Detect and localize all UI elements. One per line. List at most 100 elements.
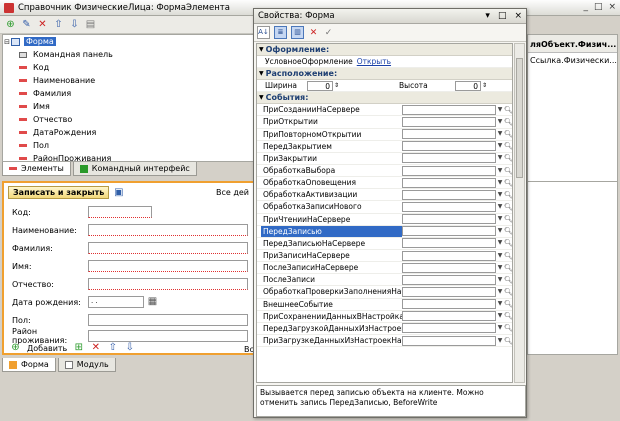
magnifier-icon[interactable]: 🔍︎ — [504, 287, 512, 297]
scrollbar-thumb[interactable] — [516, 58, 523, 178]
move-down-icon[interactable]: ⇩ — [69, 19, 80, 30]
event-handler-input[interactable] — [402, 262, 496, 273]
dropdown-icon[interactable]: ▼ — [496, 226, 504, 236]
dropdown-icon[interactable]: ▼ — [496, 129, 504, 139]
event-row[interactable]: ОбработкаОповещения ▼ 🔍︎ — [257, 177, 512, 190]
magnifier-icon[interactable]: 🔍︎ — [504, 166, 512, 176]
apply-icon[interactable]: ✓ — [323, 28, 334, 38]
menu-icon[interactable]: ▾ — [485, 11, 490, 21]
birthdate-input[interactable]: . . — [88, 296, 144, 308]
event-row[interactable]: ОбработкаПроверкиЗаполненияНаСервере ▼🔍︎ — [257, 286, 512, 299]
tree-item[interactable]: Командная панель — [3, 48, 254, 61]
event-handler-input[interactable] — [402, 274, 496, 285]
event-handler-input[interactable] — [402, 214, 496, 225]
filter-icon[interactable]: ▤ — [85, 19, 96, 30]
tree-item[interactable]: Имя — [3, 100, 254, 113]
magnifier-icon[interactable]: 🔍︎ — [504, 153, 512, 163]
event-row[interactable]: ПриЧтенииНаСервере ▼ 🔍︎ — [257, 214, 512, 226]
event-row[interactable]: ПриПовторномОткрытии ▼ 🔍︎ — [257, 129, 512, 141]
dropdown-icon[interactable]: ▼ — [496, 178, 504, 188]
magnifier-icon[interactable]: 🔍︎ — [504, 105, 512, 115]
event-row[interactable]: ПриОткрытии ▼ 🔍︎ — [257, 116, 512, 129]
magnifier-icon[interactable]: 🔍︎ — [504, 299, 512, 309]
spin-icon[interactable]: ⇕ — [482, 82, 487, 89]
open-link[interactable]: Открыть — [357, 57, 391, 66]
event-handler-input[interactable] — [402, 299, 496, 310]
magnifier-icon[interactable]: 🔍︎ — [504, 129, 512, 139]
event-handler-input[interactable] — [402, 189, 496, 200]
magnifier-icon[interactable]: 🔍︎ — [504, 202, 512, 212]
patronymic-input[interactable] — [88, 278, 248, 290]
collapse-icon[interactable]: ▼ — [259, 46, 264, 53]
dropdown-icon[interactable]: ▼ — [496, 287, 504, 297]
height-input[interactable]: 0 — [455, 80, 482, 91]
dropdown-icon[interactable]: ▼ — [496, 166, 504, 176]
magnifier-icon[interactable]: 🔍︎ — [504, 226, 512, 236]
event-handler-input[interactable] — [402, 311, 496, 322]
dropdown-icon[interactable]: ▼ — [496, 153, 504, 163]
move-up-icon[interactable]: ⇧ — [53, 19, 64, 30]
dropdown-icon[interactable]: ▼ — [496, 202, 504, 212]
event-handler-input[interactable] — [402, 226, 496, 237]
categorized-icon[interactable]: ≣ — [274, 26, 287, 39]
add-button[interactable]: Добавить — [27, 344, 67, 353]
event-row[interactable]: ПриЗаписиНаСервере ▼ 🔍︎ — [257, 250, 512, 263]
event-row[interactable]: ПриЗакрытии ▼ 🔍︎ — [257, 153, 512, 165]
dropdown-icon[interactable]: ▼ — [496, 105, 504, 115]
event-handler-input[interactable] — [402, 335, 496, 346]
magnifier-icon[interactable]: 🔍︎ — [504, 117, 512, 127]
firstname-input[interactable] — [88, 260, 248, 272]
district-input[interactable] — [88, 330, 248, 342]
dropdown-icon[interactable]: ▼ — [496, 275, 504, 285]
show-all-icon[interactable]: ▥ — [291, 26, 304, 39]
event-row[interactable]: ПослеЗаписиНаСервере ▼ 🔍︎ — [257, 262, 512, 275]
section-events[interactable]: ▼ События: — [257, 92, 512, 105]
sort-alpha-icon[interactable]: A↓ — [257, 26, 270, 39]
event-row[interactable]: ОбработкаВыбора ▼ 🔍︎ — [257, 165, 512, 178]
maximize-icon[interactable]: □ — [498, 11, 507, 21]
edit-icon[interactable]: ✎ — [21, 19, 32, 30]
event-handler-input[interactable] — [402, 104, 496, 115]
dropdown-icon[interactable]: ▼ — [496, 190, 504, 200]
event-row[interactable]: ПередЗакрытием ▼ 🔍︎ — [257, 141, 512, 153]
row-up-icon[interactable]: ⇧ — [107, 343, 118, 353]
event-row[interactable]: ПослеЗаписи ▼ 🔍︎ — [257, 274, 512, 287]
dropdown-icon[interactable]: ▼ — [496, 238, 504, 248]
event-row[interactable]: ОбработкаЗаписиНового ▼ 🔍︎ — [257, 201, 512, 214]
event-handler-input[interactable] — [402, 238, 496, 249]
dropdown-icon[interactable]: ▼ — [496, 214, 504, 224]
name-input[interactable] — [88, 224, 248, 236]
event-handler-input[interactable] — [402, 323, 496, 334]
save-icon[interactable]: ▣ — [113, 187, 124, 198]
minimize-icon[interactable]: _ — [583, 2, 588, 12]
width-input[interactable]: 0 — [307, 80, 333, 91]
dropdown-icon[interactable]: ▼ — [496, 263, 504, 273]
all-actions-button[interactable]: Все дей — [216, 188, 249, 197]
magnifier-icon[interactable]: 🔍︎ — [504, 263, 512, 273]
magnifier-icon[interactable]: 🔍︎ — [504, 311, 512, 321]
dropdown-icon[interactable]: ▼ — [496, 141, 504, 151]
event-row[interactable]: ПриСохраненииДанныхВНастройкахНаСервере ▼… — [257, 311, 512, 323]
tab-module[interactable]: Модуль — [57, 358, 116, 372]
maximize-icon[interactable]: □ — [594, 2, 603, 12]
magnifier-icon[interactable]: 🔍︎ — [504, 178, 512, 188]
row-down-icon[interactable]: ⇩ — [124, 343, 135, 353]
collapse-icon[interactable]: ▼ — [259, 70, 264, 77]
event-handler-input[interactable] — [402, 153, 496, 164]
delete-row-icon[interactable]: ✕ — [90, 343, 101, 353]
tree-item[interactable]: Пол — [3, 139, 254, 152]
code-input[interactable] — [88, 206, 152, 218]
close-icon[interactable]: × — [514, 11, 522, 21]
tab-elements[interactable]: Элементы — [2, 162, 71, 176]
section-design[interactable]: ▼ Оформление: — [257, 44, 512, 56]
surname-input[interactable] — [88, 242, 248, 254]
tree-item[interactable]: ДатаРождения — [3, 126, 254, 139]
save-and-close-button[interactable]: Записать и закрыть — [8, 186, 110, 199]
attributes-cell[interactable]: Ссылка.Физически... — [528, 53, 617, 68]
collapse-icon[interactable]: ▼ — [259, 94, 264, 101]
magnifier-icon[interactable]: 🔍︎ — [504, 251, 512, 261]
tree-item[interactable]: Отчество — [3, 113, 254, 126]
event-row[interactable]: ПередЗаписьюНаСервере ▼ 🔍︎ — [257, 238, 512, 250]
event-handler-input[interactable] — [402, 250, 496, 261]
spin-icon[interactable]: ⇕ — [334, 82, 339, 89]
